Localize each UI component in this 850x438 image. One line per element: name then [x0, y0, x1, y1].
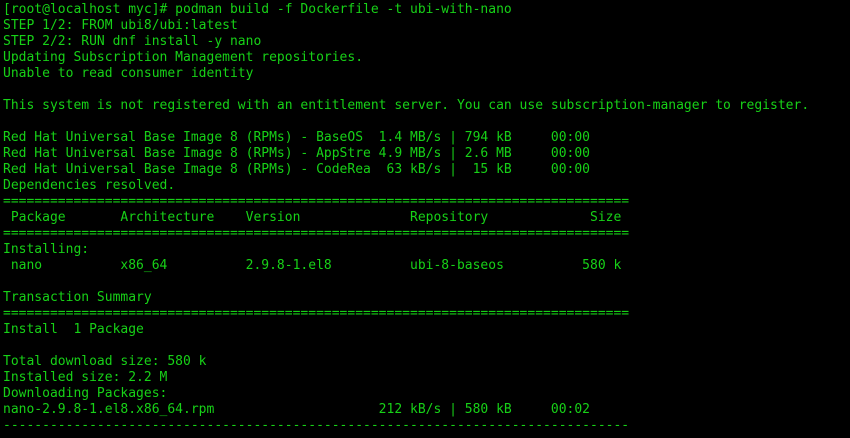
terminal-line-separator: ========================================… — [3, 226, 630, 241]
terminal-line-step-1: STEP 1/2: FROM ubi8/ubi:latest — [3, 18, 238, 33]
terminal-line-separator: ========================================… — [3, 306, 630, 321]
terminal-line-repo-codeready: Red Hat Universal Base Image 8 (RPMs) - … — [3, 162, 590, 177]
terminal-line-dependencies-resolved: Dependencies resolved. — [3, 178, 176, 193]
terminal-line-package-row: nano x86_64 2.9.8-1.el8 ubi-8-baseos 580… — [3, 258, 622, 273]
terminal-line-total-download-size: Total download size: 580 k — [3, 354, 207, 369]
terminal-line-installed-size: Installed size: 2.2 M — [3, 370, 168, 385]
terminal-line-repo-baseos: Red Hat Universal Base Image 8 (RPMs) - … — [3, 130, 590, 145]
terminal-line-consumer-identity: Unable to read consumer identity — [3, 66, 254, 81]
terminal-line-transaction-summary: Transaction Summary — [3, 290, 152, 305]
terminal-line-downloading-packages: Downloading Packages: — [3, 386, 168, 401]
terminal-line-registration-notice: This system is not registered with an en… — [3, 98, 810, 113]
terminal-line-updating-repos: Updating Subscription Management reposit… — [3, 50, 364, 65]
terminal-line-dashed-separator: ----------------------------------------… — [3, 418, 630, 433]
terminal-line-command-prompt: [root@localhost myc]# podman build -f Do… — [3, 2, 512, 17]
terminal-line-separator: ========================================… — [3, 194, 630, 209]
terminal-line-installing-label: Installing: — [3, 242, 90, 257]
terminal-line-table-header: Package Architecture Version Repository … — [3, 210, 622, 225]
terminal-line-install-count: Install 1 Package — [3, 322, 144, 337]
terminal-line-download-progress: nano-2.9.8-1.el8.x86_64.rpm 212 kB/s | 5… — [3, 402, 590, 417]
terminal-line-repo-appstream: Red Hat Universal Base Image 8 (RPMs) - … — [3, 146, 590, 161]
terminal-line-step-2: STEP 2/2: RUN dnf install -y nano — [3, 34, 262, 49]
terminal-window[interactable]: [root@localhost myc]# podman build -f Do… — [0, 0, 850, 438]
